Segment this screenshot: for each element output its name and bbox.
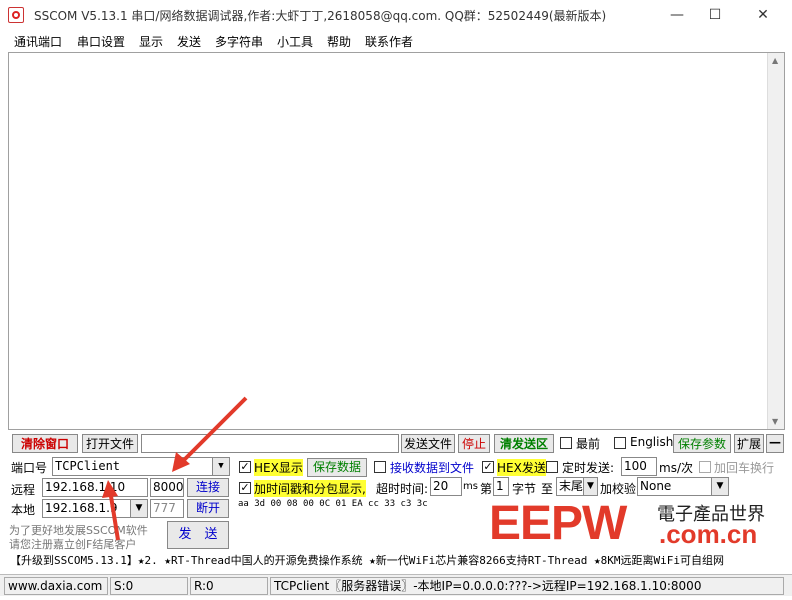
status-info: TCPclient〖服务器错误〗-本地IP=0.0.0.0:???->远程IP=…	[270, 577, 784, 595]
checksum-select[interactable]: None ▼	[637, 477, 729, 496]
stop-button[interactable]: 停止	[458, 434, 490, 453]
interval-unit-label: ms/次	[659, 461, 693, 475]
timeout-label: 超时时间:	[376, 482, 429, 496]
receive-scrollbar[interactable]: ▲ ▼	[767, 53, 784, 429]
chevron-down-icon[interactable]: ▼	[711, 478, 728, 495]
receive-area[interactable]: ▲ ▼	[8, 52, 785, 430]
close-button[interactable]: ✕	[740, 0, 786, 30]
arrow-to-ip-head	[102, 480, 118, 498]
window-title: SSCOM V5.13.1 串口/网络数据调试器,作者:大虾丁丁,2618058…	[34, 9, 607, 23]
ticker[interactable]: 【升级到SSCOM5.13.1】★2. ★RT-Thread中国人的开源免费操作…	[8, 553, 784, 571]
status-sent: S:0	[110, 577, 188, 595]
scroll-up-icon[interactable]: ▲	[772, 56, 778, 65]
english-checkbox[interactable]	[614, 437, 626, 449]
front-label: 最前	[576, 437, 601, 451]
status-bar: www.daxia.com S:0 R:0 TCPclient〖服务器错误〗-本…	[0, 574, 792, 596]
timestamp-label: 加时间戳和分包显示,	[254, 480, 366, 497]
menu-item-port[interactable]: 通讯端口	[14, 33, 62, 50]
nth-label: 第	[480, 482, 493, 496]
nth-input[interactable]: 1	[493, 477, 509, 496]
remote-label: 远程	[11, 483, 36, 497]
save-data-button[interactable]: 保存数据	[307, 458, 367, 477]
byte-label: 字节	[512, 482, 537, 496]
watermark-main: EEPW	[489, 497, 627, 550]
chevron-down-icon[interactable]: ▼	[583, 478, 597, 495]
hex-send-checkbox[interactable]: ✓	[482, 461, 494, 473]
timestamp-checkbox[interactable]: ✓	[239, 482, 251, 494]
menu-item-tools[interactable]: 小工具	[277, 33, 313, 50]
watermark-domain: .com.cn	[659, 519, 758, 549]
save-params-button[interactable]: 保存参数	[673, 434, 731, 453]
timeout-unit-label: ms	[463, 481, 478, 492]
hex-display-label: HEX显示	[254, 459, 303, 476]
interval-input[interactable]: 100	[621, 457, 657, 476]
menu-item-display[interactable]: 显示	[139, 33, 163, 50]
front-checkbox[interactable]	[560, 437, 572, 449]
menu-item-serial-settings[interactable]: 串口设置	[77, 33, 125, 50]
clear-window-button[interactable]: 清除窗口	[12, 434, 78, 453]
recv-to-file-label[interactable]: 接收数据到文件	[390, 459, 474, 476]
add-crlf-label: 加回车换行	[714, 461, 775, 475]
eepw-watermark: EEPW 電子產品世界 .com.cn	[489, 499, 789, 551]
hex-display-checkbox[interactable]: ✓	[239, 461, 251, 473]
title-bar: SSCOM V5.13.1 串口/网络数据调试器,作者:大虾丁丁,2618058…	[0, 0, 792, 30]
collapse-button[interactable]: —	[766, 434, 784, 453]
menu-item-send[interactable]: 发送	[177, 33, 201, 50]
port-label: 端口号	[11, 461, 48, 475]
scroll-down-icon[interactable]: ▼	[772, 417, 778, 426]
local-label: 本地	[11, 503, 36, 517]
menu-bar: 通讯端口 串口设置 显示 发送 多字符串 小工具 帮助 联系作者	[0, 30, 792, 52]
end-select[interactable]: 末尾 ▼	[556, 477, 598, 496]
timed-send-checkbox[interactable]	[546, 461, 558, 473]
checksum-value: None	[640, 479, 672, 493]
status-recv: R:0	[190, 577, 268, 595]
menu-item-help[interactable]: 帮助	[327, 33, 351, 50]
timed-send-label: 定时发送:	[562, 461, 615, 475]
add-crlf-checkbox[interactable]	[699, 461, 711, 473]
to-label: 至	[541, 482, 554, 496]
expand-button[interactable]: 扩展	[734, 434, 764, 453]
checksum-label: 加校验	[600, 482, 637, 496]
menu-item-contact[interactable]: 联系作者	[365, 33, 413, 50]
hex-send-label: HEX发送	[497, 459, 546, 476]
status-site[interactable]: www.daxia.com	[4, 577, 108, 595]
menu-item-multi-string[interactable]: 多字符串	[215, 33, 263, 50]
clear-send-button[interactable]: 清发送区	[494, 434, 554, 453]
send-file-button[interactable]: 发送文件	[401, 434, 455, 453]
recv-to-file-checkbox[interactable]	[374, 461, 386, 473]
send-data-text: aa 3d 00 08 00 0C 01 EA cc 33 c3 3c	[238, 499, 428, 509]
arrow-to-ip-line	[108, 489, 120, 541]
app-icon	[8, 7, 24, 23]
english-label: English	[630, 435, 674, 449]
end-value: 末尾	[559, 479, 584, 493]
arrow-to-port-line	[178, 396, 248, 466]
timeout-input[interactable]: 20	[430, 477, 462, 496]
maximize-button[interactable]: ☐	[692, 0, 738, 30]
